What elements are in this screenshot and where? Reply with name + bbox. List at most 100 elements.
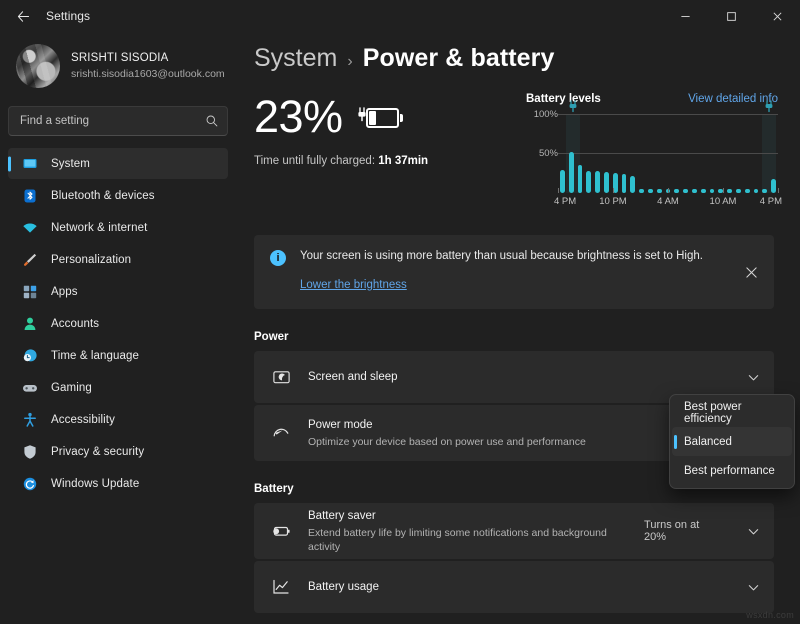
sidebar-item-label: Windows Update <box>51 478 139 490</box>
chevron-down-icon[interactable] <box>747 581 760 594</box>
sidebar-item-label: Time & language <box>51 350 139 362</box>
account-name: SRISHTI SISODIA <box>71 51 225 66</box>
battery-status: 23% Time until fully charged: 1h 37min <box>248 93 516 167</box>
sidebar-item-accessibility[interactable]: Accessibility <box>8 404 228 435</box>
chart-plot-area: 100% 50% 4 PM10 PM4 AM10 AM4 PM <box>526 115 780 213</box>
title-bar: Settings <box>0 0 800 32</box>
x-axis-tick <box>778 188 779 193</box>
x-axis-tick <box>723 188 724 193</box>
row-title: Battery saver <box>308 509 628 524</box>
plug-icon <box>567 100 579 113</box>
sidebar: SRISHTI SISODIA srishti.sisodia1603@outl… <box>0 32 236 624</box>
monitor-sleep-icon <box>270 368 292 387</box>
sidebar-item-label: Network & internet <box>51 222 147 234</box>
power-mode-option-balanced[interactable]: Balanced <box>672 427 792 456</box>
row-subtitle: Extend battery life by limiting some not… <box>308 526 628 554</box>
apps-grid-icon <box>21 283 38 300</box>
chart-bar <box>560 170 565 193</box>
close-icon <box>745 266 758 279</box>
battery-percent-row: 23% <box>254 93 516 141</box>
paintbrush-icon <box>21 251 38 268</box>
chart-bar <box>622 174 627 193</box>
battery-usage-row[interactable]: Battery usage <box>254 561 774 613</box>
battery-saver-row[interactable]: Battery saver Extend battery life by lim… <box>254 503 774 559</box>
power-mode-flyout: Best power efficiency Balanced Best perf… <box>669 394 795 489</box>
minimize-button[interactable] <box>662 0 708 32</box>
breadcrumb-separator-icon: › <box>347 53 352 71</box>
plug-icon <box>763 100 775 113</box>
x-axis-tick <box>558 188 559 193</box>
page-title: Power & battery <box>363 44 555 73</box>
chart-bar <box>604 172 609 193</box>
sidebar-item-label: Bluetooth & devices <box>51 190 155 202</box>
x-axis-label: 10 PM <box>599 196 626 207</box>
sidebar-item-privacy-security[interactable]: Privacy & security <box>8 436 228 467</box>
account-block[interactable]: SRISHTI SISODIA srishti.sisodia1603@outl… <box>8 32 228 94</box>
sidebar-item-system[interactable]: System <box>8 148 228 179</box>
battery-summary: 23% Time until fully charged: 1h 37min <box>248 93 780 213</box>
y-axis-label-100: 100% <box>526 109 558 120</box>
close-button[interactable] <box>754 0 800 32</box>
banner-close-button[interactable] <box>740 261 762 283</box>
banner-body: Your screen is using more battery than u… <box>300 249 758 293</box>
sidebar-item-gaming[interactable]: Gaming <box>8 372 228 403</box>
row-title: Battery usage <box>308 580 731 595</box>
sidebar-item-label: Privacy & security <box>51 446 144 458</box>
chart-bar <box>771 179 776 193</box>
sidebar-nav: System Bluetooth & devices Network & int… <box>8 148 228 499</box>
shield-icon <box>21 443 38 460</box>
search-icon <box>205 114 219 128</box>
chart-x-axis: 4 PM10 PM4 AM10 AM4 PM <box>558 193 778 213</box>
gamepad-icon <box>21 379 38 396</box>
sidebar-item-windows-update[interactable]: Windows Update <box>8 468 228 499</box>
search-input[interactable]: Find a setting <box>8 106 228 136</box>
power-mode-option-best-performance[interactable]: Best performance <box>672 456 792 485</box>
sidebar-item-apps[interactable]: Apps <box>8 276 228 307</box>
person-icon <box>21 315 38 332</box>
close-icon <box>772 11 783 22</box>
chart-title: Battery levels <box>526 93 601 105</box>
window-controls <box>662 0 800 32</box>
breadcrumb-parent[interactable]: System <box>254 44 337 73</box>
row-text: Battery saver Extend battery life by lim… <box>308 509 628 554</box>
sidebar-item-personalization[interactable]: Personalization <box>8 244 228 275</box>
y-axis-label-50: 50% <box>526 148 558 159</box>
x-axis-label: 4 AM <box>657 196 679 207</box>
sidebar-item-label: Apps <box>51 286 78 298</box>
battery-saver-icon <box>270 521 292 541</box>
back-button[interactable] <box>6 2 40 30</box>
info-icon: i <box>270 250 286 266</box>
banner-text: Your screen is using more battery than u… <box>300 249 758 264</box>
account-email: srishti.sisodia1603@outlook.com <box>71 67 225 81</box>
battery-percent: 23% <box>254 93 343 141</box>
sidebar-item-bluetooth-devices[interactable]: Bluetooth & devices <box>8 180 228 211</box>
sidebar-item-label: System <box>51 158 90 170</box>
chevron-down-icon[interactable] <box>747 371 760 384</box>
settings-window: Settings SRISHTI SISODIA srishti.sisodia… <box>0 0 800 624</box>
chart-bars <box>558 115 778 193</box>
chevron-down-icon[interactable] <box>747 525 760 538</box>
avatar <box>16 44 60 88</box>
gauge-icon <box>270 423 292 443</box>
x-axis-label: 4 PM <box>554 196 576 207</box>
minimize-icon <box>680 11 691 22</box>
sidebar-item-label: Accessibility <box>51 414 115 426</box>
update-refresh-icon <box>21 475 38 492</box>
bluetooth-icon <box>21 187 38 204</box>
power-mode-option-best-power-efficiency[interactable]: Best power efficiency <box>672 398 792 427</box>
chart-line-icon <box>270 577 292 597</box>
time-until-charged-value: 1h 37min <box>378 155 428 167</box>
accessibility-person-icon <box>21 411 38 428</box>
time-until-charged: Time until fully charged: 1h 37min <box>254 155 516 167</box>
gridline <box>558 153 778 154</box>
battery-charging-icon <box>357 102 405 132</box>
sidebar-item-label: Gaming <box>51 382 92 394</box>
lower-brightness-link[interactable]: Lower the brightness <box>300 279 407 291</box>
row-title: Screen and sleep <box>308 370 731 385</box>
gridline <box>558 114 778 115</box>
sidebar-item-accounts[interactable]: Accounts <box>8 308 228 339</box>
wifi-icon <box>21 219 38 236</box>
maximize-button[interactable] <box>708 0 754 32</box>
sidebar-item-network-internet[interactable]: Network & internet <box>8 212 228 243</box>
sidebar-item-time-language[interactable]: Time & language <box>8 340 228 371</box>
